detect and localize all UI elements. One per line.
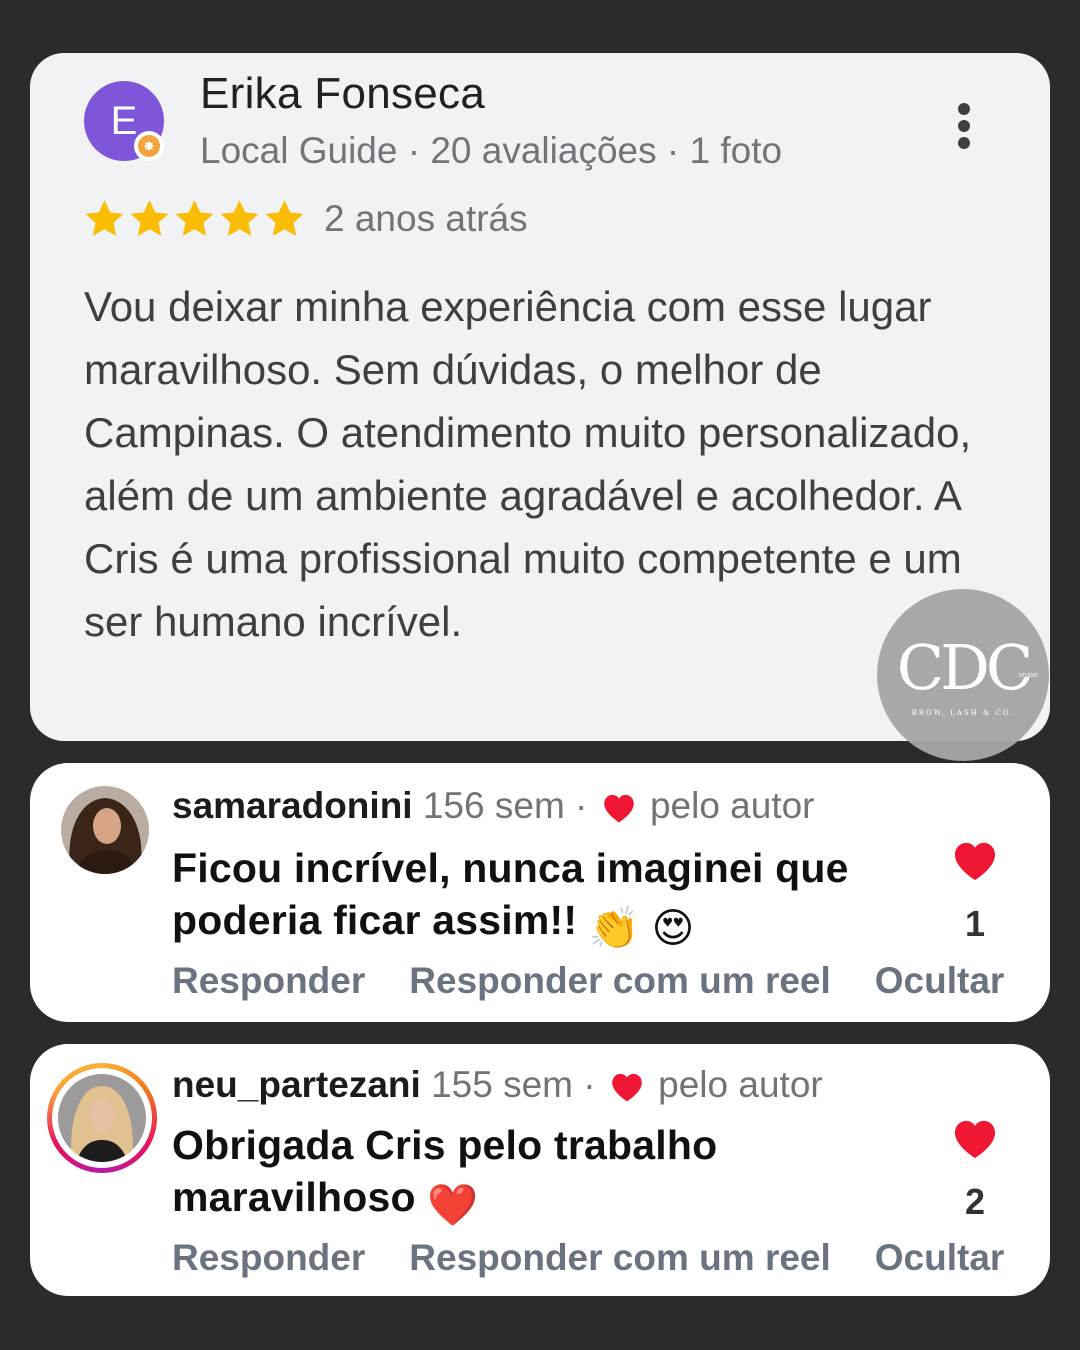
star-rating [82, 197, 307, 241]
heart-icon[interactable] [952, 1117, 998, 1159]
logo-subtitle: BROW, LASH & CO. [911, 709, 1015, 717]
local-guide-badge-icon: ✸ [134, 131, 164, 161]
liked-by-author: pelo autor [658, 1064, 823, 1105]
comment-text: Obrigada Cris pelo trabalho maravilhoso … [172, 1119, 932, 1231]
star-icon [265, 200, 304, 236]
comment-username[interactable]: neu_partezani [172, 1064, 421, 1105]
like-count: 1 [964, 903, 986, 944]
comment-time: 155 sem · [431, 1064, 596, 1105]
comment-text-body: Ficou incrível, nunca imaginei que poder… [172, 845, 849, 943]
logo-studio-text: STUDIO [1019, 673, 1039, 679]
comment-header: neu_partezani 155 sem · pelo autor [172, 1064, 823, 1106]
star-icon [220, 200, 259, 236]
comment-emojis: ❤️ [427, 1182, 479, 1228]
reply-with-reel-button[interactable]: Responder com um reel [409, 1237, 831, 1278]
commenter-avatar[interactable] [61, 786, 149, 874]
reply-button[interactable]: Responder [172, 960, 365, 1001]
comment-text: Ficou incrível, nunca imaginei que poder… [172, 842, 932, 954]
cdc-logo: CDC STUDIO BROW, LASH & CO. [877, 589, 1049, 761]
hide-button[interactable]: Ocultar [875, 1237, 1005, 1278]
review-time: 2 anos atrás [324, 198, 528, 239]
like-count: 2 [964, 1181, 986, 1222]
heart-icon[interactable] [952, 839, 998, 881]
comment-card: neu_partezani 155 sem · pelo autor Obrig… [30, 1044, 1050, 1296]
more-vert-icon[interactable] [950, 99, 980, 153]
logo-main-text: CDC [896, 631, 1034, 704]
commenter-avatar[interactable] [58, 1074, 146, 1162]
review-text: Vou deixar minha experiência com esse lu… [84, 283, 972, 645]
comment-actions: Responder Responder com um reel Ocultar [172, 1237, 1048, 1279]
comment-emojis: 👏 😍 [588, 905, 695, 951]
hide-button[interactable]: Ocultar [875, 960, 1005, 1001]
liked-by-author: pelo autor [649, 785, 815, 826]
star-icon [85, 200, 124, 236]
heart-icon [603, 794, 634, 823]
reply-with-reel-button[interactable]: Responder com um reel [409, 960, 831, 1001]
reply-button[interactable]: Responder [172, 1237, 365, 1278]
heart-icon [612, 1073, 642, 1102]
reviewer-name[interactable]: Erika Fonseca [200, 69, 485, 119]
comment-username[interactable]: samaradonini [172, 785, 413, 826]
comment-actions: Responder Responder com um reel Ocultar [172, 960, 1048, 1002]
star-icon [130, 200, 169, 236]
reviewer-meta: Local Guide · 20 avaliações · 1 foto [200, 130, 783, 171]
comment-card: samaradonini 156 sem · pelo autor Ficou … [30, 763, 1050, 1022]
star-icon [175, 200, 214, 236]
comment-time: 156 sem · [422, 785, 588, 826]
comment-header: samaradonini 156 sem · pelo autor [172, 785, 815, 827]
